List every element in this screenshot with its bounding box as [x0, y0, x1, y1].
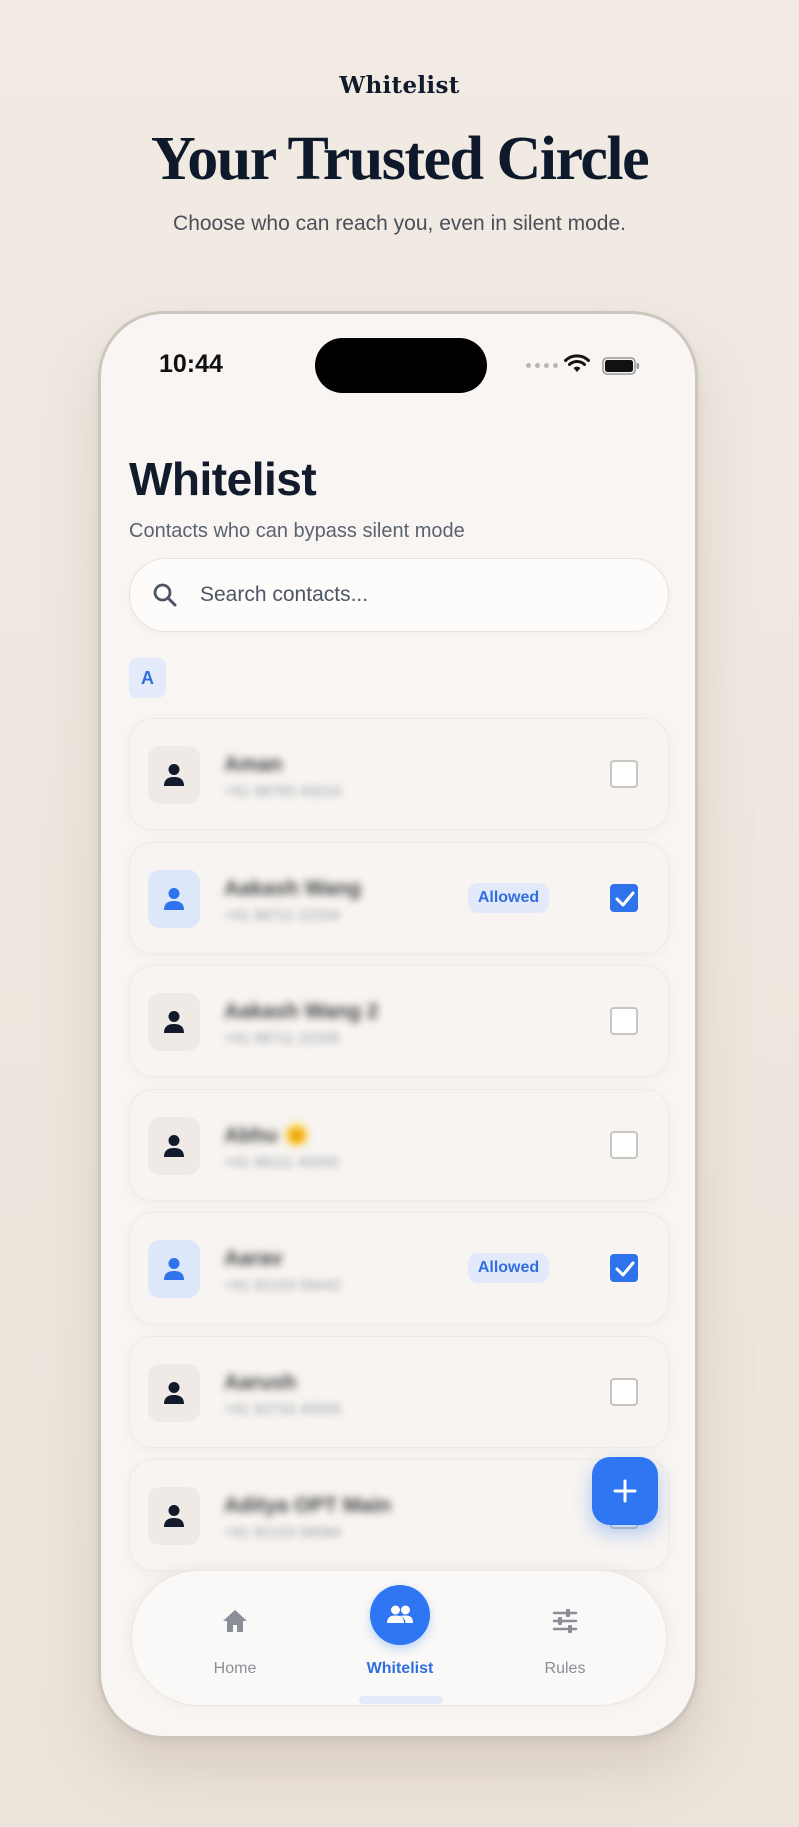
- contact-name: Aarav: [224, 1247, 283, 1270]
- person-icon: [148, 746, 200, 804]
- tab-rules-label: Rules: [544, 1660, 586, 1677]
- dynamic-island: [315, 338, 487, 393]
- page-subtitle: Contacts who can bypass silent mode: [129, 520, 465, 542]
- contact-phone: +91 98111 45345: [224, 1154, 339, 1171]
- search-input[interactable]: [200, 559, 640, 631]
- person-icon: [148, 993, 200, 1051]
- contact-phone: +91 92733 45555: [224, 1401, 342, 1418]
- person-icon: [148, 870, 200, 928]
- contact-name: Aarush: [224, 1371, 297, 1394]
- contact-name: Aakash Wang 2: [224, 1000, 379, 1023]
- person-icon: [148, 1364, 200, 1422]
- search-icon: [153, 583, 177, 607]
- battery-icon: [602, 357, 639, 375]
- contact-name: Aakash Wang: [224, 877, 361, 900]
- contact-name: Aman: [224, 753, 283, 776]
- tab-bar: Home Whitelist Rules: [131, 1570, 667, 1706]
- contact-row[interactable]: Abhu 🌞 +91 98111 45345: [129, 1089, 669, 1201]
- contact-phone: +91 92103 56442: [224, 1277, 342, 1294]
- checkmark-icon: [615, 891, 635, 907]
- tab-home[interactable]: Home: [160, 1571, 310, 1707]
- tab-whitelist[interactable]: Whitelist: [325, 1571, 475, 1707]
- contact-row[interactable]: Aakash Wang +91 98711 22334 Allowed: [129, 842, 669, 954]
- status-time: 10:44: [159, 350, 223, 378]
- sliders-icon: [545, 1601, 585, 1641]
- tab-whitelist-label: Whitelist: [366, 1660, 434, 1677]
- allow-checkbox[interactable]: [610, 1007, 638, 1035]
- allow-checkbox[interactable]: [610, 1131, 638, 1159]
- allowed-badge: Allowed: [468, 883, 549, 913]
- contact-row[interactable]: Aman +91 98765 43210: [129, 718, 669, 830]
- section-letter-badge: A: [129, 658, 166, 698]
- plus-icon: [613, 1479, 637, 1503]
- contact-row[interactable]: Aarush +91 92733 45555: [129, 1336, 669, 1448]
- person-icon: [148, 1487, 200, 1545]
- status-icons: [526, 354, 646, 375]
- contact-row[interactable]: Aarav +91 92103 56442 Allowed: [129, 1212, 669, 1324]
- contact-phone: +91 92103 56584: [224, 1524, 342, 1541]
- allow-checkbox[interactable]: [610, 884, 638, 912]
- contact-phone: +91 98765 43210: [224, 783, 342, 800]
- allow-checkbox[interactable]: [610, 760, 638, 788]
- phone-frame: 10:44 Whitelist Contacts who can bypass …: [98, 311, 698, 1739]
- contact-name: Aditya OPT Main: [224, 1494, 391, 1517]
- signal-dots-icon: [526, 363, 558, 368]
- wifi-icon: [564, 354, 590, 372]
- add-contact-button[interactable]: [592, 1457, 658, 1525]
- contact-name: Abhu 🌞: [224, 1124, 310, 1147]
- allow-checkbox[interactable]: [610, 1254, 638, 1282]
- checkmark-icon: [615, 1261, 635, 1277]
- contact-phone: +91 98711 22334: [224, 907, 341, 924]
- search-bar[interactable]: [129, 558, 669, 632]
- contact-row[interactable]: Aditya OPT Main +91 92103 56584: [129, 1459, 669, 1571]
- people-icon: [370, 1585, 430, 1645]
- contact-row[interactable]: Aakash Wang 2 +91 98711 22335: [129, 965, 669, 1077]
- page-title: Whitelist: [129, 453, 317, 505]
- hero-title: Your Trusted Circle: [150, 125, 650, 193]
- tab-home-label: Home: [213, 1660, 257, 1677]
- allow-checkbox[interactable]: [610, 1378, 638, 1406]
- allowed-badge: Allowed: [468, 1253, 549, 1283]
- contact-phone: +91 98711 22335: [224, 1030, 341, 1047]
- hero-subtitle: Choose who can reach you, even in silent…: [173, 212, 626, 235]
- tab-rules[interactable]: Rules: [490, 1571, 640, 1707]
- person-icon: [148, 1117, 200, 1175]
- home-icon: [215, 1601, 255, 1641]
- person-icon: [148, 1240, 200, 1298]
- home-indicator: [359, 1696, 443, 1704]
- hero-kicker: Whitelist: [339, 72, 460, 99]
